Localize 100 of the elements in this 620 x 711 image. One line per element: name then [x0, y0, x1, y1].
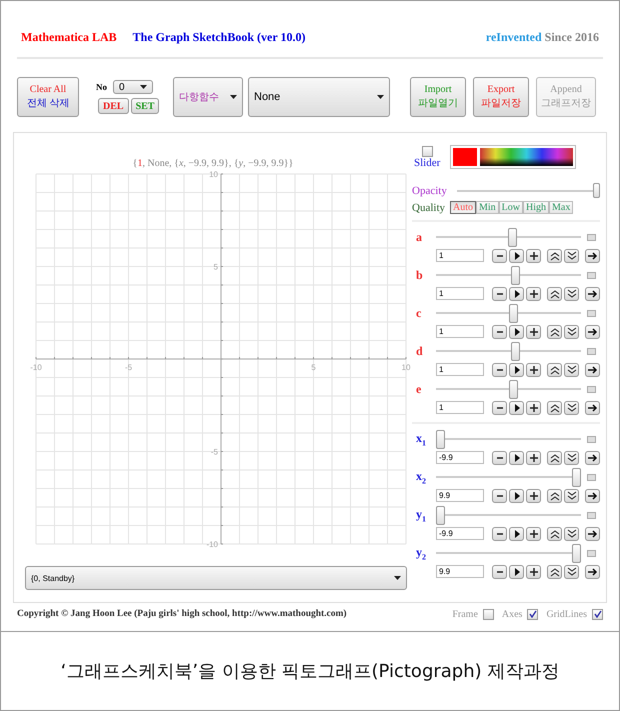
faster-button[interactable] [547, 362, 562, 376]
value-field[interactable]: 1 [436, 287, 484, 300]
slower-button[interactable] [564, 400, 579, 414]
slider-thumb[interactable] [509, 380, 518, 398]
decrease-button[interactable] [492, 564, 507, 578]
slower-button[interactable] [564, 362, 579, 376]
slower-button[interactable] [564, 488, 579, 502]
increase-button[interactable] [526, 324, 541, 338]
slider-thumb[interactable] [508, 228, 518, 246]
slider-thumb[interactable] [509, 304, 518, 322]
slider-thumb[interactable] [572, 468, 581, 486]
direction-button[interactable] [585, 564, 600, 578]
decrease-button[interactable] [492, 324, 507, 338]
option-checkbox[interactable] [527, 608, 538, 620]
color-spectrum[interactable] [480, 148, 574, 166]
value-field[interactable]: -9.9 [436, 527, 484, 540]
tick-label: -10 [30, 363, 42, 372]
option-checkbox[interactable] [482, 608, 494, 620]
slider-thumb[interactable] [436, 506, 445, 524]
play-button[interactable] [509, 400, 524, 414]
clear-all-button[interactable]: Clear All 전체 삭제 [17, 77, 79, 117]
parameter-label: c [415, 306, 422, 320]
function-type-dropdown[interactable]: 다항함수 [173, 77, 243, 117]
color-swatch[interactable] [453, 148, 478, 166]
increase-button[interactable] [526, 526, 541, 540]
slower-button[interactable] [564, 564, 579, 578]
number-dropdown[interactable]: 0 [113, 80, 153, 94]
increase-button[interactable] [526, 488, 541, 502]
parameter-label: b [415, 268, 424, 282]
faster-button[interactable] [547, 450, 562, 464]
slider-thumb[interactable] [510, 342, 520, 360]
export-button[interactable]: Export 파일저장 [473, 77, 529, 117]
direction-button[interactable] [585, 450, 600, 464]
increase-button[interactable] [526, 362, 541, 376]
decrease-button[interactable] [492, 488, 507, 502]
slower-button[interactable] [564, 286, 579, 300]
faster-button[interactable] [547, 526, 562, 540]
increase-button[interactable] [526, 248, 541, 262]
slower-button[interactable] [564, 324, 579, 338]
value-field[interactable]: 9.9 [436, 565, 484, 578]
option-checkbox[interactable] [592, 608, 603, 620]
function-dropdown[interactable]: None [248, 77, 390, 117]
parameter-label: x$_{2}$ [415, 468, 427, 486]
play-button[interactable] [509, 450, 524, 464]
increase-button[interactable] [526, 286, 541, 300]
faster-button[interactable] [547, 324, 562, 338]
faster-button[interactable] [547, 400, 562, 414]
faster-button[interactable] [547, 488, 562, 502]
direction-button[interactable] [585, 488, 600, 502]
slider-thumb[interactable] [593, 183, 600, 198]
arrow-right-icon [588, 326, 598, 336]
faster-button[interactable] [547, 248, 562, 262]
slider-thumb[interactable] [572, 544, 581, 562]
double-chevron-up-icon [550, 452, 560, 462]
delete-button[interactable]: DEL [98, 98, 129, 114]
faster-button[interactable] [547, 286, 562, 300]
direction-button[interactable] [585, 362, 600, 376]
direction-button[interactable] [585, 248, 600, 262]
play-button[interactable] [509, 564, 524, 578]
value-field[interactable]: 9.9 [436, 489, 484, 502]
number-label: No [96, 82, 107, 92]
slider-thumb[interactable] [436, 430, 445, 448]
decrease-button[interactable] [492, 400, 507, 414]
decrease-button[interactable] [492, 248, 507, 262]
play-button[interactable] [509, 362, 524, 376]
slider-track[interactable] [436, 544, 581, 562]
direction-button[interactable] [585, 286, 600, 300]
slower-button[interactable] [564, 526, 579, 540]
value-field[interactable]: 1 [436, 363, 484, 376]
increase-button[interactable] [526, 564, 541, 578]
value-field[interactable]: 1 [436, 401, 484, 414]
play-button[interactable] [509, 488, 524, 502]
decrease-button[interactable] [492, 526, 507, 540]
direction-button[interactable] [585, 400, 600, 414]
direction-button[interactable] [585, 324, 600, 338]
play-button[interactable] [509, 324, 524, 338]
color-picker[interactable] [450, 145, 576, 169]
increase-button[interactable] [526, 400, 541, 414]
value-field[interactable]: 1 [436, 325, 484, 338]
increase-button[interactable] [526, 450, 541, 464]
double-chevron-up-icon [550, 402, 560, 412]
direction-button[interactable] [585, 526, 600, 540]
value-field[interactable]: -9.9 [436, 451, 484, 464]
slower-button[interactable] [564, 450, 579, 464]
slider-thumb[interactable] [510, 266, 520, 284]
slider-track[interactable] [436, 506, 581, 524]
slider-track[interactable] [436, 468, 581, 486]
play-button[interactable] [509, 526, 524, 540]
decrease-button[interactable] [492, 450, 507, 464]
play-button[interactable] [509, 286, 524, 300]
decrease-button[interactable] [492, 362, 507, 376]
status-dropdown[interactable]: {0, Standby} [25, 566, 407, 590]
value-field[interactable]: 1 [436, 249, 484, 262]
faster-button[interactable] [547, 564, 562, 578]
slider-checkbox[interactable] [422, 146, 433, 156]
plus-icon [528, 288, 538, 298]
decrease-button[interactable] [492, 286, 507, 300]
double-chevron-up-icon [550, 288, 560, 298]
play-button[interactable] [509, 248, 524, 262]
slower-button[interactable] [564, 248, 579, 262]
